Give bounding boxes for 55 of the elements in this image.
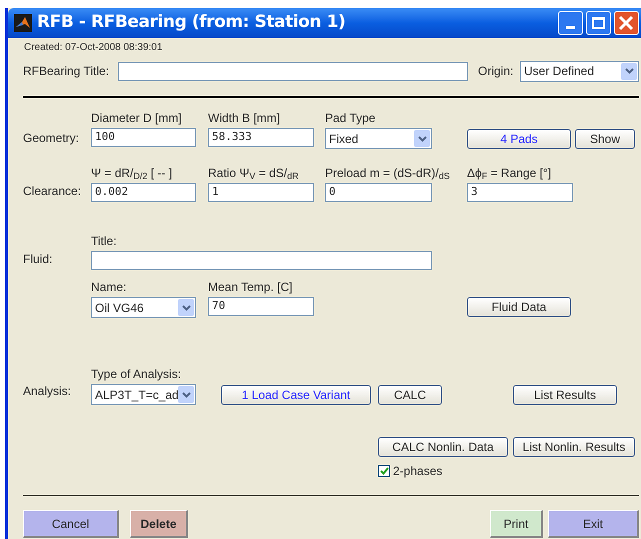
field-label: Type of Analysis: [91, 367, 182, 381]
input-field[interactable]: 0.002 [91, 183, 196, 202]
section-label: Fluid: [23, 251, 54, 268]
input-field[interactable]: 0 [325, 183, 432, 202]
checkbox-label: 2-phases [393, 463, 442, 480]
checkbox[interactable] [378, 465, 390, 477]
close-icon [618, 15, 634, 31]
field-label: Width B [mm] [208, 111, 280, 125]
maximize-button[interactable] [586, 11, 611, 35]
button[interactable]: Show [575, 129, 635, 149]
dropdown[interactable]: ALP3T_T=c_ad [91, 384, 196, 405]
minimize-button[interactable] [558, 11, 583, 35]
app-icon [14, 14, 32, 32]
field-label: Origin: [478, 63, 514, 80]
field-label: Ratio Ψ$_{V}$ = dS/$_{dR}$ [208, 166, 299, 180]
input-field[interactable]: 100 [91, 128, 196, 147]
title-input-field[interactable] [118, 62, 468, 80]
section-label: Clearance: [23, 183, 82, 200]
button[interactable]: CALC Nonlin. Data [378, 437, 508, 457]
input-field[interactable]: 58.333 [208, 128, 314, 147]
created-timestamp: Created: 07-Oct-2008 08:39:01 [24, 41, 164, 55]
chevron-down-icon [182, 304, 190, 310]
field-label: Mean Temp. [C] [208, 280, 294, 294]
input-field[interactable] [91, 251, 432, 270]
input-field[interactable]: 3 [467, 183, 573, 202]
dropdown[interactable]: User Defined [520, 60, 639, 82]
field-label: RFBearing Title: [23, 63, 110, 80]
button[interactable]: CALC [378, 385, 442, 405]
button[interactable]: Fluid Data [467, 297, 571, 317]
section-label: Geometry: [23, 130, 80, 147]
dropdown[interactable]: Oil VG46 [91, 297, 196, 318]
button[interactable]: 4 Pads [467, 129, 571, 149]
button[interactable]: Cancel [23, 510, 119, 538]
field-label: Preload m = (dS-dR)/$_{dS}$ [325, 166, 450, 180]
dropdown[interactable]: Fixed [325, 128, 432, 149]
field-label: Title: [91, 234, 118, 248]
button[interactable]: Delete [130, 510, 188, 538]
chevron-down-icon [182, 392, 190, 398]
field-label: Δϕ$_{F}$ = Range [°] [467, 166, 552, 180]
chevron-down-icon [624, 68, 634, 74]
section-label: Analysis: [23, 383, 72, 400]
button[interactable]: Print [490, 510, 543, 538]
chevron-down-icon [418, 136, 426, 142]
field-label: Ψ = dR/$_{D/2}$ [ -- ] [91, 166, 172, 180]
button[interactable]: List Nonlin. Results [513, 437, 635, 457]
field-label: Diameter D [mm] [91, 111, 182, 125]
input-field[interactable]: 70 [208, 297, 314, 316]
close-button[interactable] [614, 11, 639, 35]
button[interactable]: Exit [548, 510, 639, 538]
button[interactable]: 1 Load Case Variant [221, 385, 371, 405]
window-title: RFB - RFBearing (from: Station 1) [37, 11, 346, 34]
field-label: Name: [91, 280, 128, 294]
input-field[interactable]: 1 [208, 183, 314, 202]
field-label: Pad Type [325, 111, 376, 125]
button[interactable]: List Results [513, 385, 617, 405]
